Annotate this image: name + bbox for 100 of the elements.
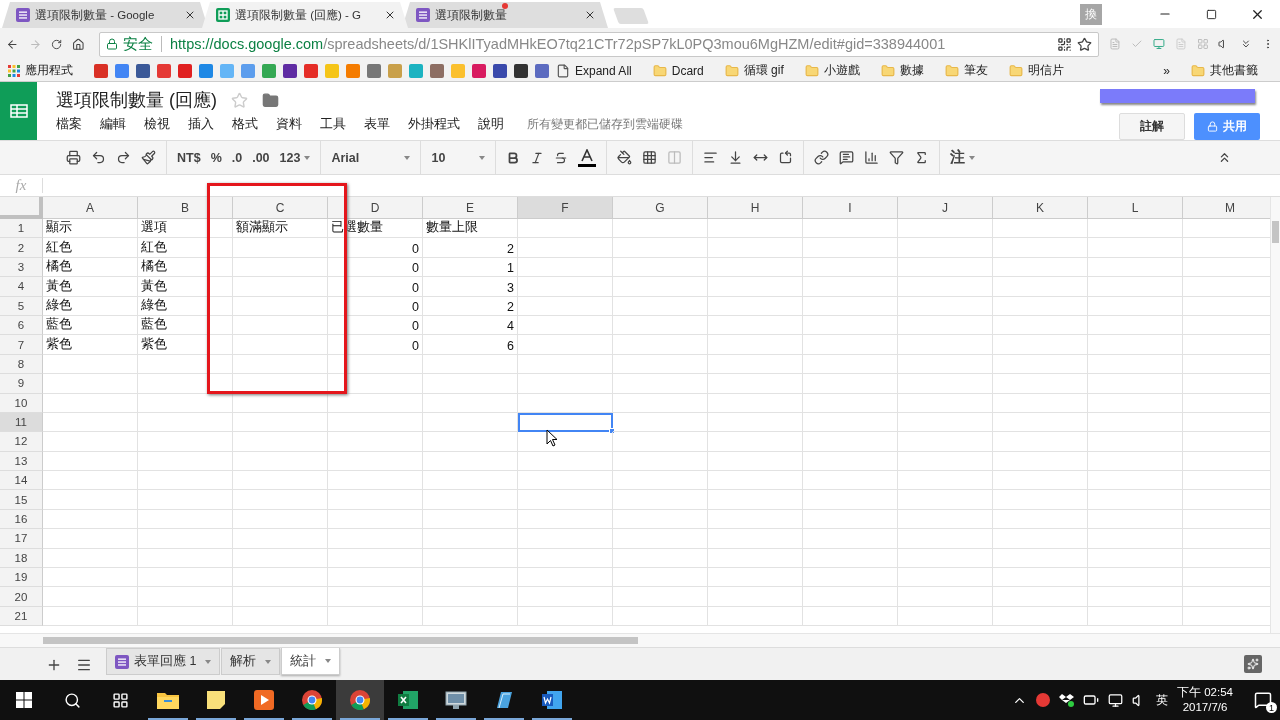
bookmark-item[interactable]: 循環 gif: [724, 62, 784, 79]
bookmark-item[interactable]: 筆友: [944, 62, 988, 79]
borders-icon[interactable]: [642, 150, 658, 165]
menu-item[interactable]: 檢視: [144, 116, 177, 133]
merge-cells-icon[interactable]: [667, 150, 683, 165]
row-header[interactable]: 2: [0, 238, 43, 258]
network-icon[interactable]: [1108, 692, 1123, 708]
document-title[interactable]: 選項限制數量 (回應): [56, 88, 217, 112]
battery-icon[interactable]: [1083, 692, 1099, 708]
tray-app-icon[interactable]: [1036, 693, 1050, 707]
row-header[interactable]: 7: [0, 335, 43, 355]
task-view-icon[interactable]: [111, 691, 129, 709]
row-header[interactable]: 20: [0, 587, 43, 607]
apps-shortcut[interactable]: 應用程式: [8, 62, 73, 79]
menu-item[interactable]: 編輯: [100, 116, 133, 133]
column-header[interactable]: M: [1183, 197, 1270, 219]
row-header[interactable]: 1: [0, 219, 43, 239]
site-favicon-icon[interactable]: [136, 63, 150, 78]
row-header[interactable]: 19: [0, 568, 43, 588]
explore-button[interactable]: [1244, 655, 1262, 673]
link-icon[interactable]: [814, 150, 830, 165]
percent-format-button[interactable]: %: [210, 150, 222, 165]
decrease-decimal-button[interactable]: .0: [231, 150, 243, 165]
scrollbar-thumb[interactable]: [1272, 221, 1279, 243]
ime-mode[interactable]: 英: [1156, 691, 1168, 709]
site-favicon-icon[interactable]: [514, 63, 528, 78]
row-header[interactable]: 14: [0, 471, 43, 491]
column-header[interactable]: K: [993, 197, 1088, 219]
active-cell[interactable]: [518, 412, 613, 433]
column-header[interactable]: C: [233, 197, 328, 219]
qr-code-icon[interactable]: [1057, 36, 1072, 52]
column-header[interactable]: B: [138, 197, 233, 219]
row-header[interactable]: 4: [0, 277, 43, 297]
menu-item[interactable]: 格式: [232, 116, 265, 133]
column-header[interactable]: L: [1088, 197, 1183, 219]
currency-format-button[interactable]: NT$: [177, 150, 201, 165]
font-dropdown[interactable]: Arial: [331, 141, 411, 174]
column-header[interactable]: D: [328, 197, 423, 219]
bookmark-item[interactable]: Expand All: [556, 63, 632, 78]
menu-item[interactable]: 外掛程式: [408, 116, 467, 133]
clock[interactable]: 下午 02:54 2017/7/6: [1177, 685, 1233, 715]
more-formats-dropdown[interactable]: 123: [279, 150, 311, 165]
bookmark-item[interactable]: 數據: [880, 62, 924, 79]
increase-decimal-button[interactable]: .00: [252, 150, 270, 165]
row-header[interactable]: 9: [0, 374, 43, 394]
input-tools-dropdown[interactable]: 注: [950, 148, 976, 167]
redo-icon[interactable]: [116, 150, 131, 165]
column-header[interactable]: I: [803, 197, 898, 219]
star-icon[interactable]: [231, 91, 248, 109]
italic-icon[interactable]: [530, 150, 545, 165]
windows-start-icon[interactable]: [16, 692, 32, 708]
search-icon[interactable]: [63, 691, 81, 709]
row-header[interactable]: 15: [0, 490, 43, 510]
row-header[interactable]: 12: [0, 432, 43, 452]
menu-item[interactable]: 插入: [188, 116, 221, 133]
paint-format-icon[interactable]: [141, 150, 156, 165]
folder-icon[interactable]: [262, 91, 279, 109]
bold-icon[interactable]: [506, 150, 521, 165]
column-header[interactable]: G: [613, 197, 708, 219]
bookmarks-overflow[interactable]: »: [1163, 63, 1170, 78]
strikethrough-icon[interactable]: [554, 150, 569, 165]
close-icon[interactable]: [184, 9, 196, 21]
comments-button[interactable]: 註解: [1119, 113, 1185, 140]
font-size-dropdown[interactable]: 10: [431, 141, 486, 174]
column-header[interactable]: E: [423, 197, 518, 219]
align-icon[interactable]: [703, 150, 719, 165]
undo-icon[interactable]: [91, 150, 106, 165]
print-icon[interactable]: [66, 150, 81, 165]
close-icon[interactable]: [384, 9, 396, 21]
other-bookmarks[interactable]: 其他書籤: [1191, 62, 1258, 79]
site-favicon-icon[interactable]: [493, 63, 507, 78]
browser-tab[interactable]: 選項限制數量 (回應) - G: [202, 2, 408, 28]
menu-item[interactable]: 資料: [276, 116, 309, 133]
bookmark-item[interactable]: Dcard: [652, 63, 704, 78]
notification-icon[interactable]: [1254, 691, 1272, 709]
fill-color-icon[interactable]: [617, 150, 633, 165]
text-rotation-icon[interactable]: [778, 150, 794, 165]
scrollbar-thumb[interactable]: [43, 637, 638, 644]
sheet-tab[interactable]: 解析: [221, 648, 281, 675]
column-header[interactable]: F: [518, 197, 613, 219]
menu-item[interactable]: 表單: [364, 116, 397, 133]
restore-icon[interactable]: [1205, 8, 1217, 20]
menu-item[interactable]: 說明: [478, 116, 511, 133]
sheet-tab[interactable]: 統計: [281, 648, 341, 675]
bookmark-item[interactable]: 小遊戲: [804, 62, 860, 79]
column-header[interactable]: H: [708, 197, 803, 219]
row-header[interactable]: 17: [0, 529, 43, 549]
column-header[interactable]: A: [43, 197, 138, 219]
bookmark-star-icon[interactable]: [1077, 36, 1092, 52]
column-header[interactable]: J: [898, 197, 993, 219]
text-color-icon[interactable]: [578, 148, 597, 167]
chart-icon[interactable]: [864, 150, 880, 165]
menu-item[interactable]: 檔案: [56, 116, 89, 133]
taskbar-app[interactable]: [336, 680, 384, 720]
sheet-tab[interactable]: 表單回應 1: [106, 648, 221, 675]
comment-icon[interactable]: [839, 150, 855, 165]
filter-icon[interactable]: [889, 150, 905, 165]
bookmark-item[interactable]: 明信片: [1008, 62, 1064, 79]
site-favicon-icon[interactable]: [283, 63, 297, 78]
menu-item[interactable]: 工具: [320, 116, 353, 133]
